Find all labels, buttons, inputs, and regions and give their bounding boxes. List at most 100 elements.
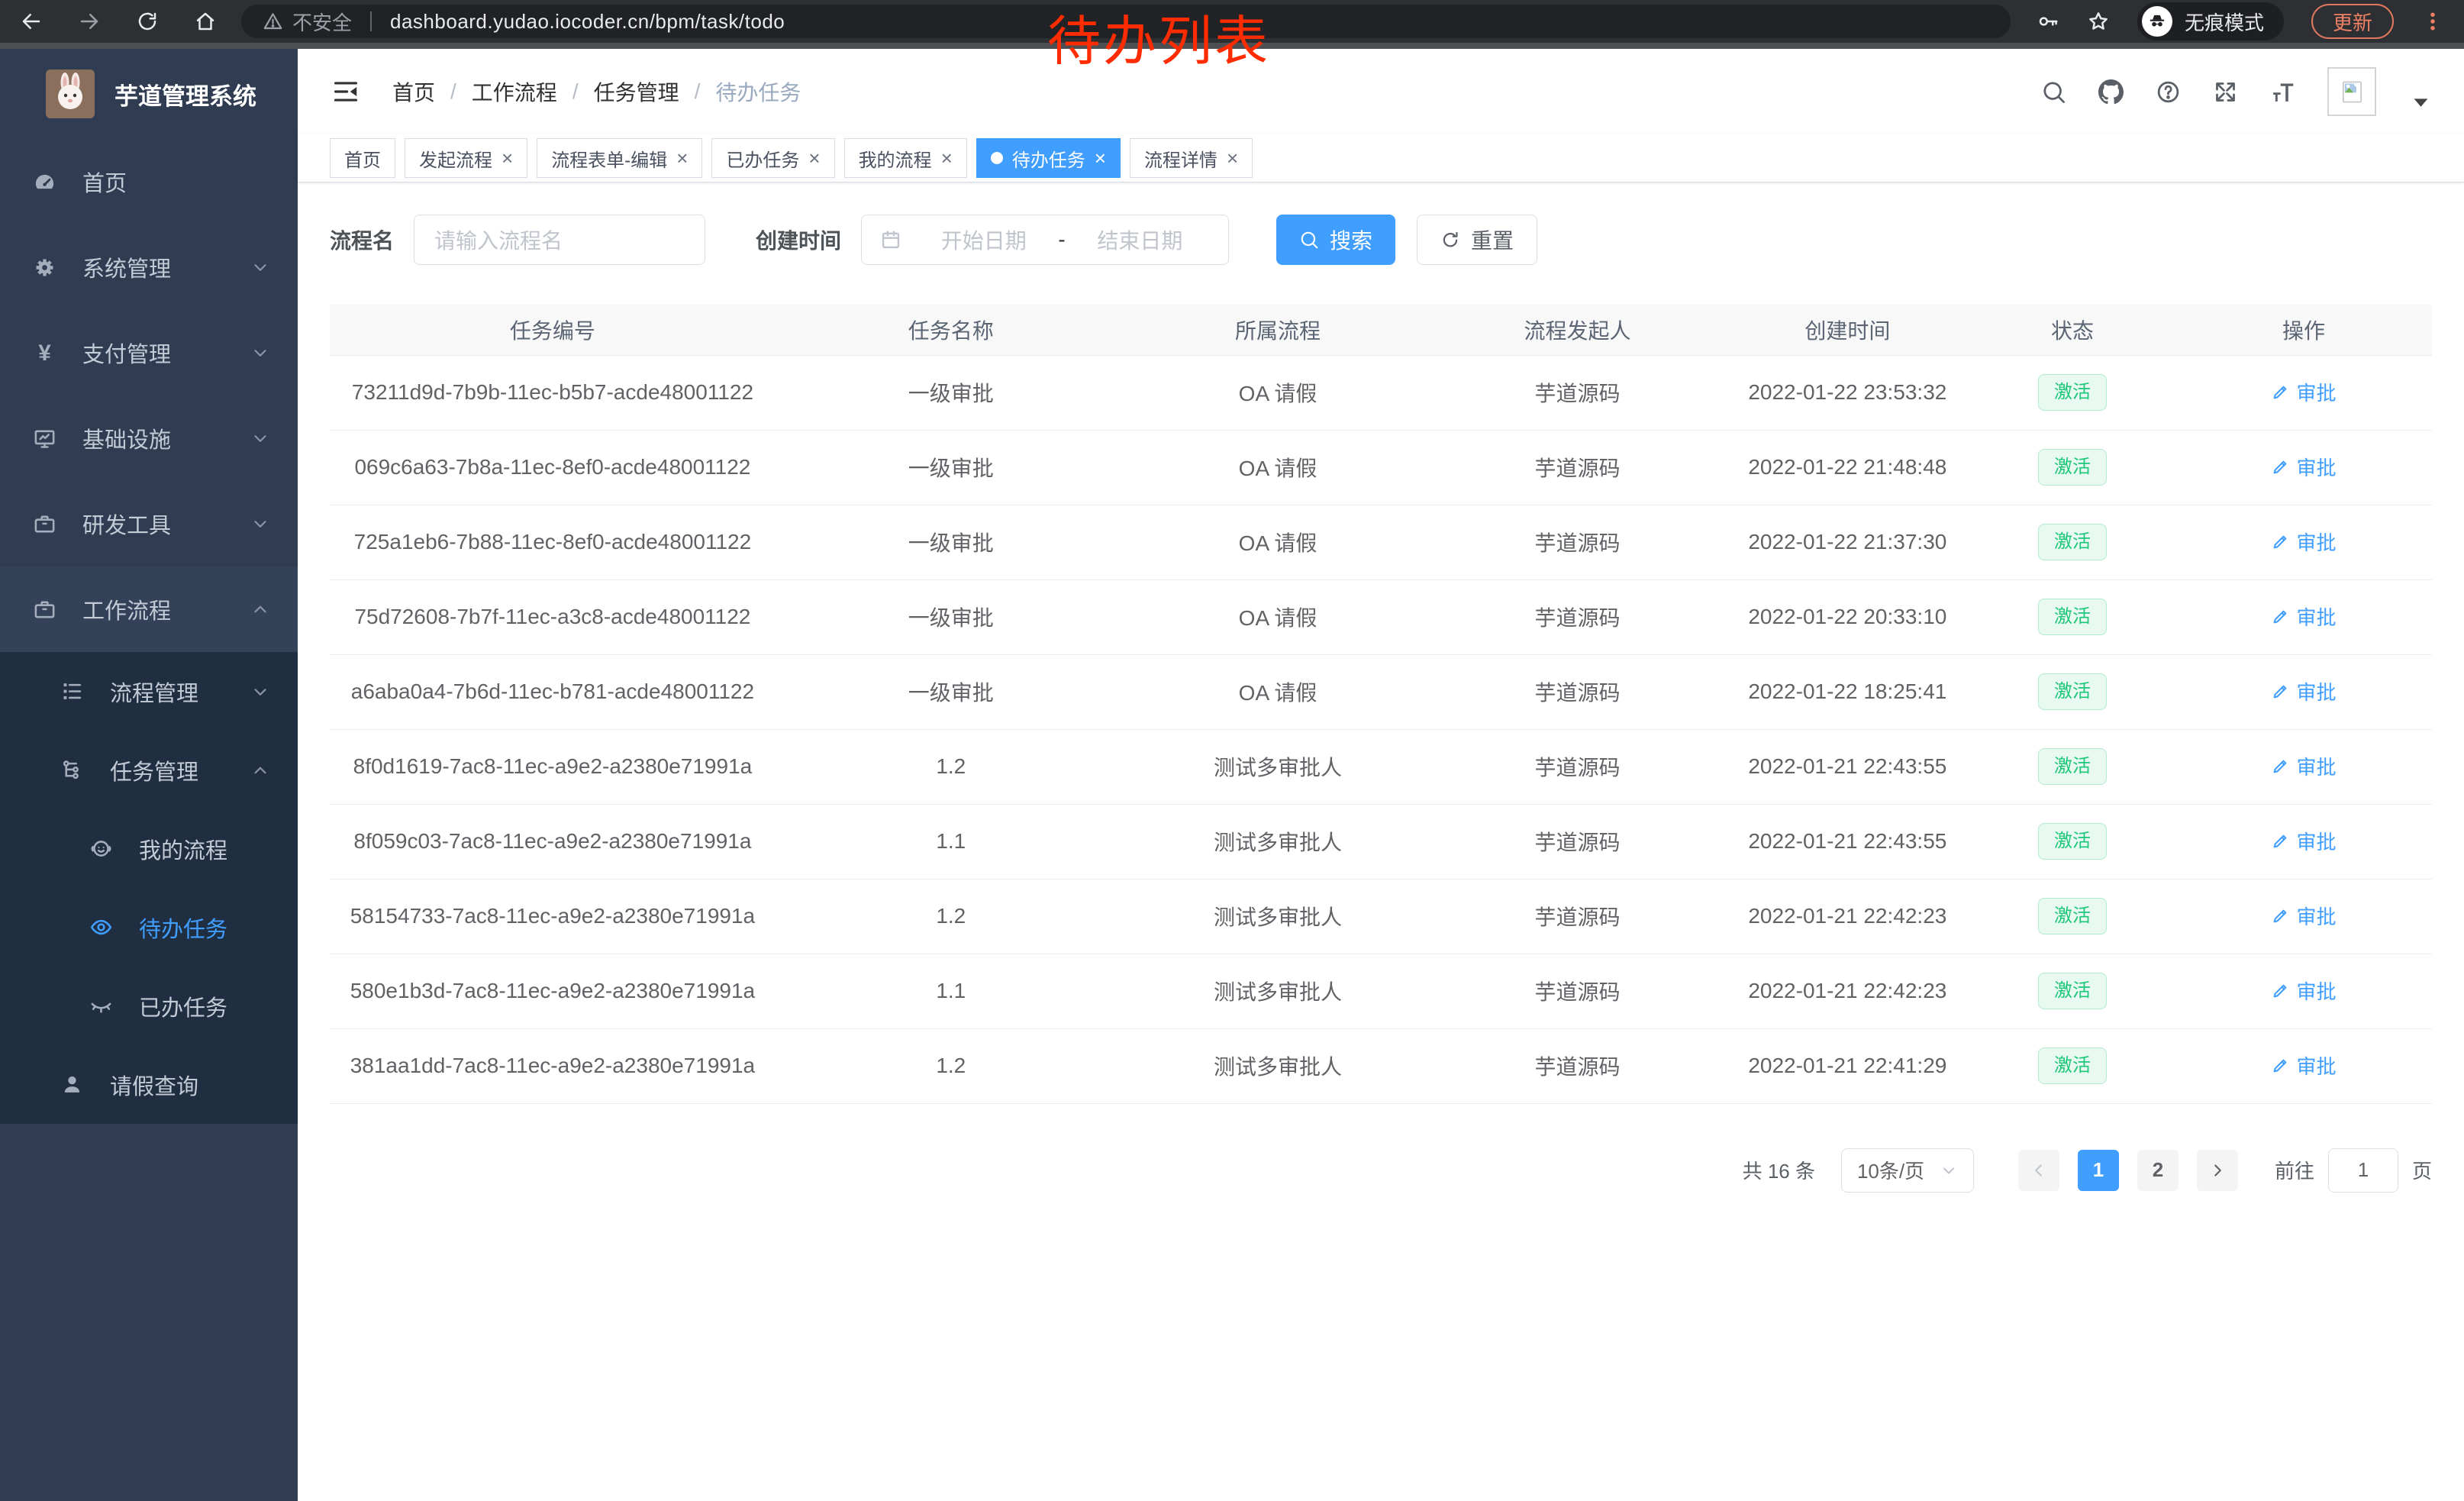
cell-action: 审批 bbox=[2175, 505, 2432, 579]
breadcrumb-link[interactable]: 首页 bbox=[392, 76, 435, 107]
briefcase-icon bbox=[31, 598, 58, 621]
cell-action: 审批 bbox=[2175, 879, 2432, 954]
approve-button[interactable]: 审批 bbox=[2271, 528, 2336, 556]
tab-close-icon[interactable]: × bbox=[1227, 148, 1238, 168]
sidebar-item-leave-query[interactable]: 请假查询 bbox=[0, 1045, 298, 1124]
cell-task-name: 1.1 bbox=[776, 804, 1127, 879]
breadcrumb-link[interactable]: 工作流程 bbox=[472, 76, 557, 107]
tab-发起流程[interactable]: 发起流程× bbox=[405, 138, 527, 178]
bookmark-star-icon[interactable] bbox=[2087, 10, 2110, 33]
column-header: 状态 bbox=[1969, 305, 2175, 355]
total-count: 共 16 条 bbox=[1743, 1156, 1815, 1184]
sidebar-item-infrastructure[interactable]: 基础设施 bbox=[0, 395, 298, 481]
tab-close-icon[interactable]: × bbox=[502, 148, 513, 168]
date-range-input[interactable]: 开始日期 - 结束日期 bbox=[861, 215, 1229, 265]
sidebar-collapse-icon[interactable] bbox=[331, 77, 360, 106]
breadcrumb: 首页/工作流程/任务管理/待办任务 bbox=[392, 76, 801, 107]
tree-list-icon bbox=[58, 679, 85, 703]
status-badge: 激活 bbox=[2038, 673, 2107, 711]
app-logo-row[interactable]: 芋道管理系统 bbox=[0, 49, 298, 139]
tab-close-icon[interactable]: × bbox=[676, 148, 688, 168]
tab-close-icon[interactable]: × bbox=[941, 148, 953, 168]
sidebar-item-todo-tasks[interactable]: 待办任务 bbox=[0, 888, 298, 967]
approve-button[interactable]: 审批 bbox=[2271, 602, 2336, 631]
password-key-icon[interactable] bbox=[2037, 10, 2059, 33]
approve-label: 审批 bbox=[2296, 752, 2336, 780]
edit-pencil-icon bbox=[2271, 682, 2290, 701]
sidebar-item-done-tasks[interactable]: 已办任务 bbox=[0, 967, 298, 1045]
sidebar-item-system-management[interactable]: 系统管理 bbox=[0, 224, 298, 310]
breadcrumb-link[interactable]: 任务管理 bbox=[594, 76, 679, 107]
tab-close-icon[interactable]: × bbox=[808, 148, 820, 168]
status-badge: 激活 bbox=[2038, 748, 2107, 786]
breadcrumb-separator: / bbox=[695, 79, 701, 104]
approve-button[interactable]: 审批 bbox=[2271, 827, 2336, 855]
edit-pencil-icon bbox=[2271, 383, 2290, 402]
column-header: 任务编号 bbox=[330, 305, 776, 355]
approve-label: 审批 bbox=[2296, 1051, 2336, 1080]
cell-create-time: 2022-01-21 22:42:23 bbox=[1726, 879, 1969, 954]
sidebar-item-dev-tools[interactable]: 研发工具 bbox=[0, 481, 298, 567]
status-badge: 激活 bbox=[2038, 823, 2107, 860]
tab-流程表单-编辑[interactable]: 流程表单-编辑× bbox=[537, 138, 702, 178]
sidebar-item-home[interactable]: 首页 bbox=[0, 139, 298, 224]
page-number-1[interactable]: 1 bbox=[2078, 1150, 2119, 1191]
sidebar-item-label: 首页 bbox=[82, 166, 127, 198]
github-icon[interactable] bbox=[2098, 79, 2124, 105]
cell-process: 测试多审批人 bbox=[1127, 729, 1430, 804]
search-icon[interactable] bbox=[2041, 79, 2066, 105]
status-badge: 激活 bbox=[2038, 1047, 2107, 1085]
browser-forward-icon[interactable] bbox=[78, 10, 101, 33]
tab-我的流程[interactable]: 我的流程× bbox=[844, 138, 967, 178]
reset-button[interactable]: 重置 bbox=[1417, 215, 1537, 265]
approve-button[interactable]: 审批 bbox=[2271, 1051, 2336, 1080]
sidebar-item-my-process[interactable]: 我的流程 bbox=[0, 809, 298, 888]
help-icon[interactable] bbox=[2156, 79, 2181, 105]
next-page-button[interactable] bbox=[2197, 1150, 2238, 1191]
sidebar-item-task-management[interactable]: 任务管理 bbox=[0, 731, 298, 809]
table-row: 58154733-7ac8-11ec-a9e2-a2380e71991a1.2测… bbox=[330, 879, 2432, 954]
user-menu-caret-icon[interactable] bbox=[2408, 89, 2433, 115]
goto-page-input[interactable]: 1 bbox=[2328, 1148, 2398, 1193]
search-button[interactable]: 搜索 bbox=[1276, 215, 1395, 265]
search-button-icon bbox=[1299, 230, 1319, 250]
edit-pencil-icon bbox=[2271, 607, 2290, 626]
browser-menu-icon[interactable] bbox=[2421, 10, 2444, 33]
task-table: 任务编号任务名称所属流程流程发起人创建时间状态操作 73211d9d-7b9b-… bbox=[330, 305, 2432, 1104]
page-number-2[interactable]: 2 bbox=[2137, 1150, 2179, 1191]
cell-task-id: 8f0d1619-7ac8-11ec-a9e2-a2380e71991a bbox=[330, 729, 776, 804]
tab-待办任务[interactable]: 待办任务× bbox=[976, 138, 1121, 178]
cell-starter: 芋道源码 bbox=[1429, 505, 1725, 579]
approve-button[interactable]: 审批 bbox=[2271, 453, 2336, 481]
url-text: dashboard.yudao.iocoder.cn/bpm/task/todo bbox=[390, 10, 785, 34]
cell-task-name: 1.2 bbox=[776, 879, 1127, 954]
sidebar-item-process-management[interactable]: 流程管理 bbox=[0, 652, 298, 731]
avatar[interactable] bbox=[2327, 67, 2376, 116]
browser-reload-icon[interactable] bbox=[136, 10, 159, 33]
browser-update-button[interactable]: 更新 bbox=[2311, 4, 2394, 39]
approve-button[interactable]: 审批 bbox=[2271, 976, 2336, 1005]
cell-action: 审批 bbox=[2175, 654, 2432, 729]
cell-starter: 芋道源码 bbox=[1429, 579, 1725, 654]
cell-action: 审批 bbox=[2175, 804, 2432, 879]
cell-create-time: 2022-01-22 20:33:10 bbox=[1726, 579, 1969, 654]
cell-task-name: 一级审批 bbox=[776, 654, 1127, 729]
approve-button[interactable]: 审批 bbox=[2271, 378, 2336, 406]
sidebar-item-workflow[interactable]: 工作流程 bbox=[0, 567, 298, 652]
process-name-input[interactable]: 请输入流程名 bbox=[414, 215, 705, 265]
approve-button[interactable]: 审批 bbox=[2271, 752, 2336, 780]
sidebar-item-payment-management[interactable]: ¥支付管理 bbox=[0, 310, 298, 395]
browser-home-icon[interactable] bbox=[194, 10, 217, 33]
browser-back-icon[interactable] bbox=[20, 10, 43, 33]
prev-page-button[interactable] bbox=[2018, 1150, 2059, 1191]
font-size-icon[interactable] bbox=[2270, 79, 2295, 105]
tab-流程详情[interactable]: 流程详情× bbox=[1130, 138, 1253, 178]
approve-button[interactable]: 审批 bbox=[2271, 677, 2336, 705]
tab-首页[interactable]: 首页 bbox=[330, 138, 395, 178]
page-size-select[interactable]: 10条/页 bbox=[1841, 1148, 1974, 1193]
approve-button[interactable]: 审批 bbox=[2271, 902, 2336, 930]
sidebar-item-label: 系统管理 bbox=[82, 251, 171, 283]
tab-已办任务[interactable]: 已办任务× bbox=[711, 138, 834, 178]
tab-close-icon[interactable]: × bbox=[1095, 148, 1106, 168]
fullscreen-icon[interactable] bbox=[2213, 79, 2238, 105]
